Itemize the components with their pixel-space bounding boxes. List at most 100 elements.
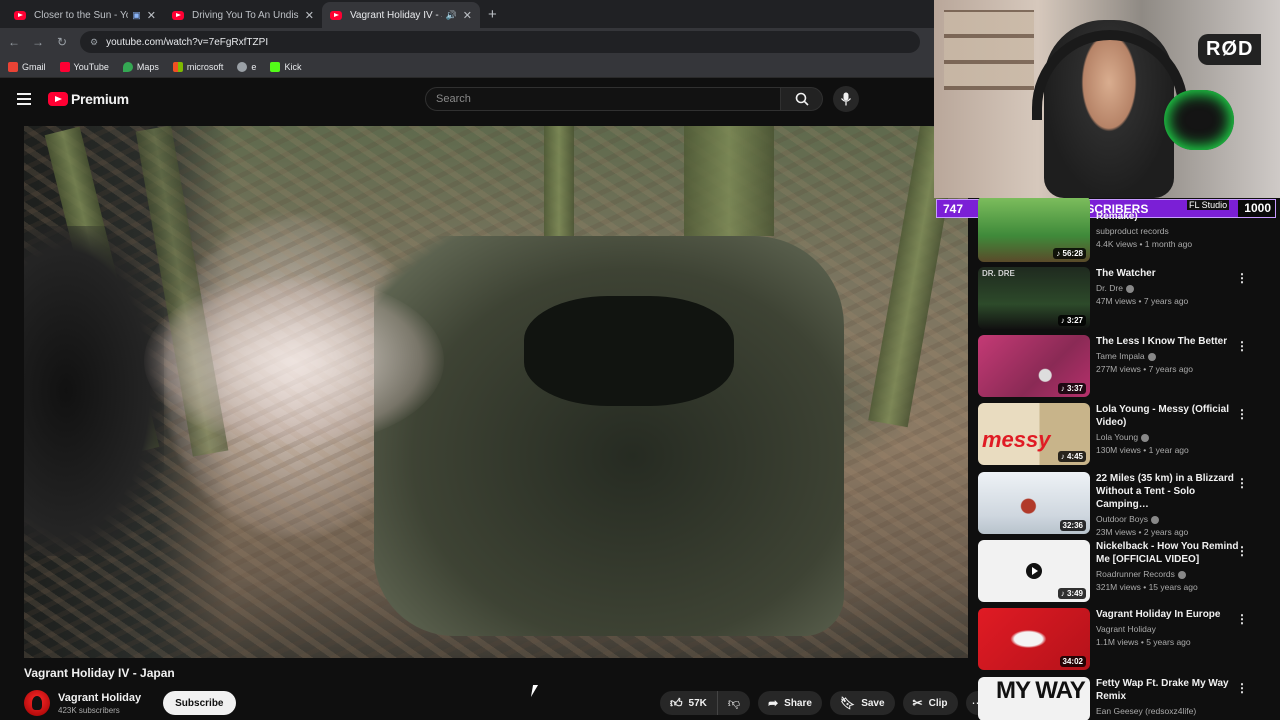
search-box[interactable] [425, 87, 781, 111]
close-tab-icon[interactable]: ✕ [147, 9, 156, 22]
youtube-premium-logo[interactable]: Premium [48, 91, 129, 107]
duration-text: 3:37 [1066, 384, 1083, 393]
video-thumbnail[interactable]: ♪ 3:49 [978, 540, 1090, 602]
recommendation-title[interactable]: Fetty Wap Ft. Drake My Way Remix [1096, 677, 1246, 703]
browser-tab-2[interactable]: Driving You To An Undisclosed ✕ [164, 2, 322, 28]
duration-badge: 34:02 [1059, 656, 1086, 667]
bookmark-e[interactable]: e [237, 61, 256, 72]
reload-icon[interactable]: ↻ [50, 35, 74, 49]
voice-search-button[interactable] [833, 86, 859, 112]
recommendation-channel[interactable]: Dr. Dre [1096, 283, 1246, 293]
recommendation-channel[interactable]: Outdoor Boys [1096, 514, 1246, 524]
video-thumbnail[interactable]: MY WAY [978, 677, 1090, 720]
recommendation-item[interactable]: DR. DRE ♪ 3:27 The Watcher Dr. Dre 47M v… [978, 267, 1268, 331]
bookmark-maps[interactable]: Maps [122, 61, 159, 72]
recommendation-title[interactable]: Vagrant Holiday In Europe [1096, 608, 1246, 621]
subscribe-button[interactable]: Subscribe [163, 691, 236, 715]
youtube-favicon-icon [172, 10, 184, 20]
recommendation-title[interactable]: The Less I Know The Better [1096, 335, 1246, 348]
globe-icon [237, 61, 248, 72]
video-thumbnail[interactable]: ♪ 3:37 [978, 335, 1090, 397]
duration-text: 3:27 [1066, 316, 1083, 325]
recommendation-channel[interactable]: Vagrant Holiday [1096, 624, 1246, 634]
video-thumbnail[interactable]: ♪ 56:28 [978, 198, 1090, 262]
recommendations-list: ♪ 56:28 Remake) subproduct records 4.4K … [978, 198, 1268, 720]
video-thumbnail[interactable]: 32:36 [978, 472, 1090, 534]
recommendation-channel[interactable]: Lola Young [1096, 432, 1246, 442]
channel-label: Dr. Dre [1096, 283, 1123, 293]
recommendation-item[interactable]: MY WAY Fetty Wap Ft. Drake My Way Remix … [978, 677, 1268, 720]
video-title: Vagrant Holiday IV - Japan [24, 666, 175, 680]
recommendation-title[interactable]: Remake) [1096, 210, 1246, 223]
recommendation-item[interactable]: messy ♪ 4:45 Lola Young - Messy (Officia… [978, 403, 1268, 467]
clip-button[interactable]: ✂ Clip [902, 691, 958, 715]
channel-avatar[interactable] [24, 690, 50, 716]
dislike-button[interactable]: 👎︎ [718, 691, 750, 715]
thumbnail-text: DR. DRE [982, 269, 1015, 278]
recommendation-title[interactable]: 22 Miles (35 km) in a Blizzard Without a… [1096, 472, 1246, 511]
recommendation-title[interactable]: The Watcher [1096, 267, 1246, 280]
bookmark-microsoft[interactable]: microsoft [172, 61, 223, 72]
channel-label: Lola Young [1096, 432, 1139, 442]
share-label: Share [784, 697, 812, 709]
recommendation-channel[interactable]: subproduct records [1096, 226, 1246, 236]
recommendation-meta: 1.1M views • 5 years ago [1096, 637, 1191, 647]
video-owner: Vagrant Holiday 423K subscribers Subscri… [24, 690, 236, 716]
bookmark-gmail[interactable]: Gmail [8, 61, 46, 72]
recommendation-meta: 4.4K views • 1 month ago [1096, 239, 1193, 249]
close-tab-icon[interactable]: ✕ [305, 9, 314, 22]
save-button[interactable]: 🔖︎ Save [829, 691, 895, 715]
more-vertical-icon[interactable]: ⋮ [1236, 612, 1248, 626]
kick-icon [270, 61, 281, 72]
recommendation-meta: 23M views • 2 years ago [1096, 527, 1189, 537]
more-vertical-icon[interactable]: ⋮ [1236, 339, 1248, 353]
thumbs-up-icon: 👍︎ [670, 695, 683, 710]
browser-tab-1[interactable]: Closer to the Sun - YouTube ▣ ✕ [6, 2, 164, 28]
new-tab-icon[interactable]: + [488, 6, 497, 23]
recommendation-item[interactable]: ♪ 3:49 Nickelback - How You Remind Me [O… [978, 540, 1268, 604]
bookmark-label: Maps [136, 61, 159, 72]
recommendation-title[interactable]: Nickelback - How You Remind Me [OFFICIAL… [1096, 540, 1246, 566]
bookmark-kick[interactable]: Kick [270, 61, 301, 72]
search-button[interactable] [781, 87, 823, 111]
more-vertical-icon[interactable]: ⋮ [1236, 544, 1248, 558]
video-thumbnail[interactable]: messy ♪ 4:45 [978, 403, 1090, 465]
more-vertical-icon[interactable]: ⋮ [1236, 476, 1248, 490]
more-vertical-icon[interactable]: ⋮ [1236, 681, 1248, 695]
video-thumbnail[interactable]: DR. DRE ♪ 3:27 [978, 267, 1090, 329]
like-count: 57K [688, 697, 707, 709]
channel-name[interactable]: Vagrant Holiday [58, 692, 141, 704]
back-arrow-icon[interactable]: ← [2, 35, 26, 49]
more-vertical-icon[interactable]: ⋮ [1236, 271, 1248, 285]
recommendation-item[interactable]: 34:02 Vagrant Holiday In Europe Vagrant … [978, 608, 1268, 672]
scissors-icon: ✂ [912, 696, 923, 710]
recommendation-channel[interactable]: Tame Impala [1096, 351, 1246, 361]
video-player[interactable] [24, 126, 968, 658]
share-button[interactable]: ➦ Share [758, 691, 822, 715]
logo-text: Premium [71, 91, 129, 107]
search-input[interactable] [436, 93, 780, 105]
recommendation-item[interactable]: ♪ 56:28 Remake) subproduct records 4.4K … [978, 198, 1268, 262]
menu-hamburger-icon[interactable] [17, 93, 31, 105]
site-info-icon[interactable]: ⚙ [90, 37, 98, 48]
recommendation-item[interactable]: 32:36 22 Miles (35 km) in a Blizzard Wit… [978, 472, 1268, 537]
webcam-background-shelf [944, 10, 1034, 90]
bookmarks-bar: Gmail YouTube Maps microsoft e Kick [0, 56, 934, 78]
recommendation-channel[interactable]: Ean Geesey (redsoxz4life) [1096, 706, 1246, 716]
bookmark-youtube[interactable]: YouTube [59, 61, 109, 72]
forward-arrow-icon[interactable]: → [26, 35, 50, 49]
recommendation-item[interactable]: ♪ 3:37 The Less I Know The Better Tame I… [978, 335, 1268, 399]
audio-playing-icon[interactable]: 🔊 [446, 10, 457, 21]
more-vertical-icon[interactable]: ⋮ [1236, 407, 1248, 421]
like-button[interactable]: 👍︎ 57K [660, 691, 718, 715]
recommendation-title[interactable]: Lola Young - Messy (Official Video) [1096, 403, 1246, 429]
verified-check-icon [1141, 433, 1150, 442]
url-field[interactable]: ⚙ youtube.com/watch?v=7eFgRxfTZPI [80, 31, 920, 53]
close-tab-icon[interactable]: ✕ [463, 9, 472, 22]
browser-tab-3-active[interactable]: Vagrant Holiday IV - Japan 🔊 ✕ [322, 2, 480, 28]
video-thumbnail[interactable]: 34:02 [978, 608, 1090, 670]
recommendation-channel[interactable]: Roadrunner Records [1096, 569, 1246, 579]
duration-text: 4:45 [1066, 452, 1083, 461]
maps-pin-icon [122, 61, 133, 72]
duration-text: 32:36 [1062, 521, 1083, 530]
